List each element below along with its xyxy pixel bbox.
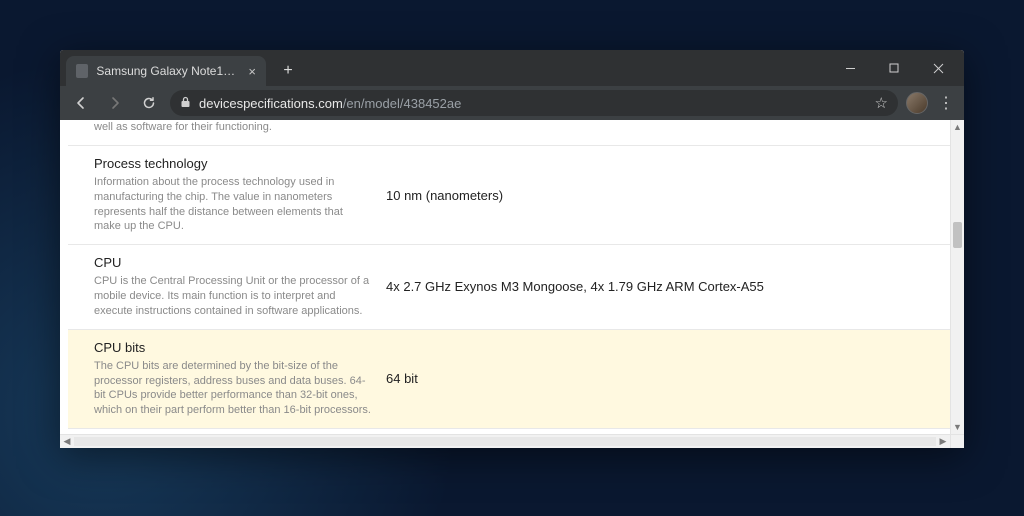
window-minimize-button[interactable] bbox=[828, 53, 872, 83]
spec-title: CPU bbox=[94, 255, 372, 270]
scroll-track[interactable] bbox=[951, 134, 964, 420]
forward-button[interactable] bbox=[102, 90, 128, 116]
spec-row: well as software for their functioning. bbox=[68, 120, 950, 146]
scroll-thumb[interactable] bbox=[953, 222, 962, 248]
url-text: devicespecifications.com/en/model/438452… bbox=[199, 96, 461, 111]
tab-strip: Samsung Galaxy Note10 Lite - Sp × + bbox=[60, 56, 828, 86]
back-button[interactable] bbox=[68, 90, 94, 116]
spec-value: 64 bit bbox=[386, 340, 932, 418]
new-tab-button[interactable]: + bbox=[276, 59, 300, 83]
spec-value: 10 nm (nanometers) bbox=[386, 156, 932, 234]
spec-value bbox=[386, 120, 932, 135]
scrollbar-corner bbox=[950, 434, 964, 448]
browser-toolbar: devicespecifications.com/en/model/438452… bbox=[60, 86, 964, 120]
spec-row: CPU CPU is the Central Processing Unit or… bbox=[68, 245, 950, 330]
page-viewport: well as software for their functioning. P… bbox=[60, 120, 964, 448]
spec-description: CPU is the Central Processing Unit or th… bbox=[94, 274, 372, 319]
browser-tab[interactable]: Samsung Galaxy Note10 Lite - Sp × bbox=[66, 56, 266, 86]
tab-favicon bbox=[76, 64, 88, 78]
scroll-up-arrow-icon[interactable]: ▲ bbox=[951, 120, 964, 134]
window-close-button[interactable] bbox=[916, 53, 960, 83]
horizontal-scrollbar[interactable]: ◀ ▶ bbox=[60, 434, 950, 448]
spec-title: Process technology bbox=[94, 156, 372, 171]
spec-description: The CPU bits are determined by the bit-s… bbox=[94, 359, 372, 418]
spec-description: well as software for their functioning. bbox=[94, 120, 372, 135]
spec-table: well as software for their functioning. P… bbox=[68, 120, 950, 434]
url-domain: devicespecifications.com bbox=[199, 96, 343, 111]
tab-title: Samsung Galaxy Note10 Lite - Sp bbox=[96, 64, 236, 78]
bookmark-star-icon[interactable]: ☆ bbox=[875, 94, 888, 112]
spec-left: Process technology Information about the … bbox=[94, 156, 386, 234]
scroll-right-arrow-icon[interactable]: ▶ bbox=[936, 435, 950, 448]
address-bar[interactable]: devicespecifications.com/en/model/438452… bbox=[170, 90, 898, 116]
scroll-left-arrow-icon[interactable]: ◀ bbox=[60, 435, 74, 448]
window-maximize-button[interactable] bbox=[872, 53, 916, 83]
tab-close-icon[interactable]: × bbox=[248, 64, 256, 79]
vertical-scrollbar[interactable]: ▲ ▼ bbox=[950, 120, 964, 434]
scroll-down-arrow-icon[interactable]: ▼ bbox=[951, 420, 964, 434]
spec-value: 4x 2.7 GHz Exynos M3 Mongoose, 4x 1.79 G… bbox=[386, 255, 932, 319]
titlebar: Samsung Galaxy Note10 Lite - Sp × + bbox=[60, 50, 964, 86]
window-controls bbox=[828, 50, 964, 86]
reload-button[interactable] bbox=[136, 90, 162, 116]
spec-row: CPU bits The CPU bits are determined by t… bbox=[68, 330, 950, 429]
profile-avatar[interactable] bbox=[906, 92, 928, 114]
browser-menu-button[interactable]: ⋮ bbox=[936, 93, 956, 113]
spec-left: CPU CPU is the Central Processing Unit or… bbox=[94, 255, 386, 319]
url-path: /en/model/438452ae bbox=[343, 96, 462, 111]
browser-window: Samsung Galaxy Note10 Lite - Sp × + bbox=[60, 50, 964, 448]
spec-description: Information about the process technology… bbox=[94, 175, 372, 234]
spec-left: CPU bits The CPU bits are determined by t… bbox=[94, 340, 386, 418]
spec-row: Process technology Information about the … bbox=[68, 146, 950, 245]
spec-left: well as software for their functioning. bbox=[94, 120, 386, 135]
hscroll-thumb[interactable] bbox=[74, 437, 936, 446]
spec-title: CPU bits bbox=[94, 340, 372, 355]
page-content: well as software for their functioning. P… bbox=[68, 120, 950, 434]
lock-icon bbox=[180, 96, 191, 111]
